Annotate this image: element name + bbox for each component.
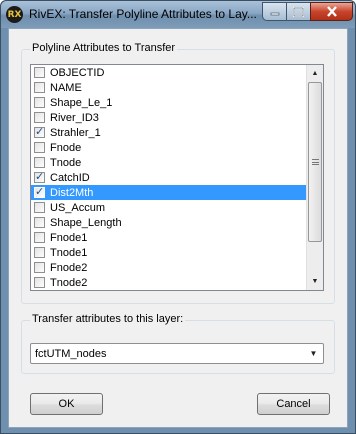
window-title: RivEX: Transfer Polyline Attributes to L…	[29, 7, 257, 21]
attributes-checklist[interactable]: OBJECTID NAME Shape_Le_1 River_ID3 Strahler_…	[30, 64, 324, 291]
attribute-label: Fnode	[50, 141, 82, 154]
attribute-checkbox[interactable]	[34, 277, 45, 288]
attribute-checkbox[interactable]	[34, 67, 45, 78]
attribute-checkbox[interactable]	[34, 82, 45, 93]
attribute-list-item[interactable]: US_Accum	[31, 200, 306, 215]
attribute-checkbox[interactable]	[34, 170, 45, 183]
minimize-icon	[270, 12, 279, 15]
title-bar[interactable]: RX RivEX: Transfer Polyline Attributes t…	[1, 1, 355, 28]
layer-group: Transfer attributes to this layer: fctUT…	[21, 313, 335, 374]
attribute-checkbox[interactable]	[34, 157, 45, 168]
attribute-list-item[interactable]: Tnode	[31, 155, 306, 170]
attribute-label: Shape_Length	[50, 216, 122, 229]
minimize-button[interactable]	[262, 2, 287, 21]
attribute-list-item[interactable]: OBJECTID	[31, 65, 306, 80]
attribute-label: Dist2Mth	[50, 186, 94, 199]
attribute-label: CatchID	[50, 171, 90, 184]
scroll-up-button[interactable]: ▲	[307, 65, 323, 82]
cancel-button[interactable]: Cancel	[257, 393, 330, 415]
attribute-label: NAME	[50, 81, 82, 94]
attribute-label: Tnode	[50, 156, 82, 169]
attribute-checkbox[interactable]	[34, 232, 45, 243]
attribute-list-item[interactable]: CatchID	[31, 170, 306, 185]
attribute-checkbox[interactable]	[34, 262, 45, 273]
attribute-list-item[interactable]: Shape_Length	[31, 215, 306, 230]
rivex-app-icon: RX	[6, 6, 23, 23]
attribute-label: US_Accum	[50, 201, 106, 214]
ok-button[interactable]: OK	[30, 393, 103, 415]
maximize-icon	[293, 6, 304, 17]
scroll-up-icon: ▲	[311, 70, 319, 77]
scroll-down-button[interactable]: ▼	[307, 273, 323, 290]
attributes-list-items: OBJECTID NAME Shape_Le_1 River_ID3 Strahler_…	[31, 65, 306, 290]
attribute-checkbox[interactable]	[34, 185, 45, 198]
layer-select-value: fctUTM_nodes	[35, 347, 107, 360]
attribute-list-item[interactable]: Tnode2	[31, 275, 306, 290]
attribute-label: Fnode1	[50, 231, 88, 244]
attribute-checkbox[interactable]	[34, 202, 45, 213]
layer-select[interactable]: fctUTM_nodes ▼	[30, 343, 324, 364]
attribute-list-item[interactable]: Shape_Le_1	[31, 95, 306, 110]
close-icon	[326, 6, 337, 17]
dropdown-arrow-icon[interactable]: ▼	[306, 346, 321, 361]
attribute-checkbox[interactable]	[34, 142, 45, 153]
dialog-body: Polyline Attributes to Transfer OBJECTID…	[8, 28, 348, 428]
attribute-label: River_ID3	[50, 111, 99, 124]
attribute-list-item[interactable]: Fnode2	[31, 260, 306, 275]
attributes-group: Polyline Attributes to Transfer OBJECTID…	[21, 42, 335, 304]
attribute-label: Fnode2	[50, 261, 88, 274]
attributes-group-label: Polyline Attributes to Transfer	[30, 42, 178, 54]
scroll-down-icon: ▼	[311, 278, 319, 285]
dialog-window: RX RivEX: Transfer Polyline Attributes t…	[0, 0, 356, 434]
attribute-list-item[interactable]: Dist2Mth	[31, 185, 306, 200]
attribute-checkbox[interactable]	[34, 247, 45, 258]
attribute-list-item[interactable]: Tnode1	[31, 245, 306, 260]
attribute-checkbox[interactable]	[34, 125, 45, 138]
attribute-label: Tnode1	[50, 246, 88, 259]
maximize-button[interactable]	[286, 2, 311, 21]
grip-icon	[311, 159, 319, 165]
attribute-list-item[interactable]: River_ID3	[31, 110, 306, 125]
attribute-list-item[interactable]: Fnode	[31, 140, 306, 155]
attribute-label: Tnode2	[50, 276, 88, 289]
scroll-thumb[interactable]	[308, 82, 322, 242]
list-scrollbar[interactable]: ▲ ▼	[306, 65, 323, 290]
attribute-checkbox[interactable]	[34, 97, 45, 108]
attribute-list-item[interactable]: Fnode1	[31, 230, 306, 245]
attribute-list-item[interactable]: Strahler_1	[31, 125, 306, 140]
attribute-label: Shape_Le_1	[50, 96, 113, 109]
attribute-label: Strahler_1	[50, 126, 101, 139]
attribute-checkbox[interactable]	[34, 217, 45, 228]
attribute-label: OBJECTID	[50, 66, 105, 79]
attribute-list-item[interactable]: NAME	[31, 80, 306, 95]
close-button[interactable]	[310, 2, 353, 21]
layer-group-label: Transfer attributes to this layer:	[30, 313, 186, 325]
attribute-checkbox[interactable]	[34, 112, 45, 123]
